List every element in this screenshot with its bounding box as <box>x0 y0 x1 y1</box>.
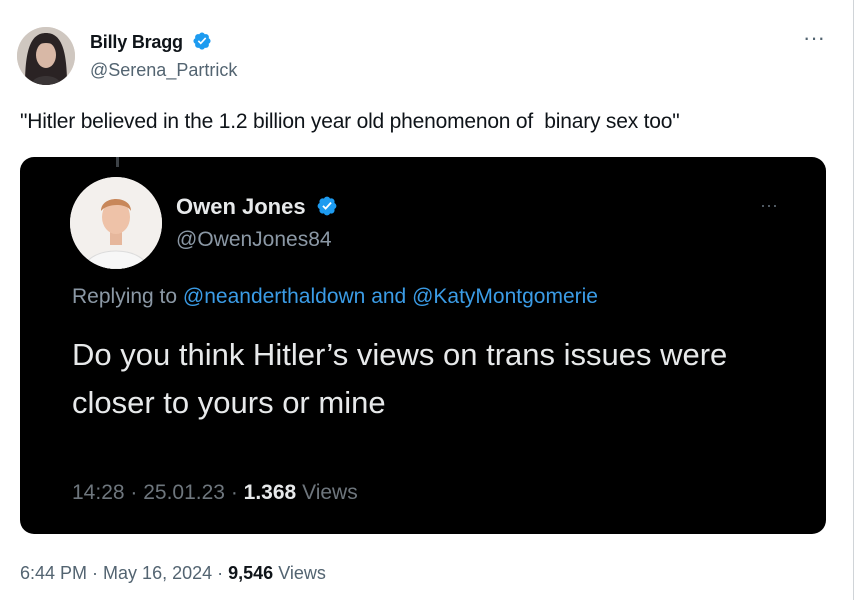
author-name-row[interactable]: Billy Bragg <box>90 31 212 53</box>
tweet-views-count: 9,546 <box>228 563 274 583</box>
embedded-screenshot[interactable]: Owen Jones @OwenJones84 ··· Replying to … <box>20 157 826 534</box>
reply-mention-link: @KatyMontgomerie <box>412 285 598 308</box>
tweet-date[interactable]: May 16, 2024 <box>103 563 212 583</box>
verified-badge-icon <box>317 196 337 216</box>
replying-to-line: Replying to @neanderthaldown and @KatyMo… <box>72 285 598 309</box>
author-avatar[interactable] <box>17 27 75 85</box>
embedded-tweet-text: Do you think Hitler’s views on trans iss… <box>72 337 728 420</box>
embedded-author-name-row: Owen Jones <box>176 194 338 220</box>
reply-mention-link: @neanderthaldown <box>182 285 366 308</box>
tweet-meta: 6:44 PM · May 16, 2024 · 9,546 Views <box>20 563 326 583</box>
embedded-author-avatar <box>70 177 162 269</box>
verified-badge-icon <box>193 32 211 50</box>
embedded-author-name: Owen Jones <box>176 194 306 219</box>
embedded-author-handle: @OwenJones84 <box>176 228 332 251</box>
tweet-text: "Hitler believed in the 1.2 billion year… <box>20 110 680 133</box>
replying-prefix: Replying to <box>72 285 183 308</box>
author-name[interactable]: Billy Bragg <box>90 32 183 52</box>
embedded-views-count: 1.368 <box>243 481 297 504</box>
reply-mention-separator: and <box>365 285 413 308</box>
embedded-date: 25.01.23 <box>143 481 225 504</box>
embedded-tweet-meta: 14:28 · 25.01.23 · 1.368 Views <box>72 481 358 504</box>
embedded-more-options-icon: ··· <box>760 195 778 215</box>
embedded-views-label: Views <box>302 481 358 504</box>
tweet-card: Billy Bragg @Serena_Partrick ··· "Hitler… <box>0 0 854 600</box>
author-handle[interactable]: @Serena_Partrick <box>90 60 237 81</box>
thread-line <box>116 157 119 167</box>
more-options-icon[interactable]: ··· <box>800 27 828 49</box>
embedded-time: 14:28 <box>72 481 125 504</box>
tweet-time[interactable]: 6:44 PM <box>20 563 87 583</box>
tweet-views-label: Views <box>278 563 326 583</box>
